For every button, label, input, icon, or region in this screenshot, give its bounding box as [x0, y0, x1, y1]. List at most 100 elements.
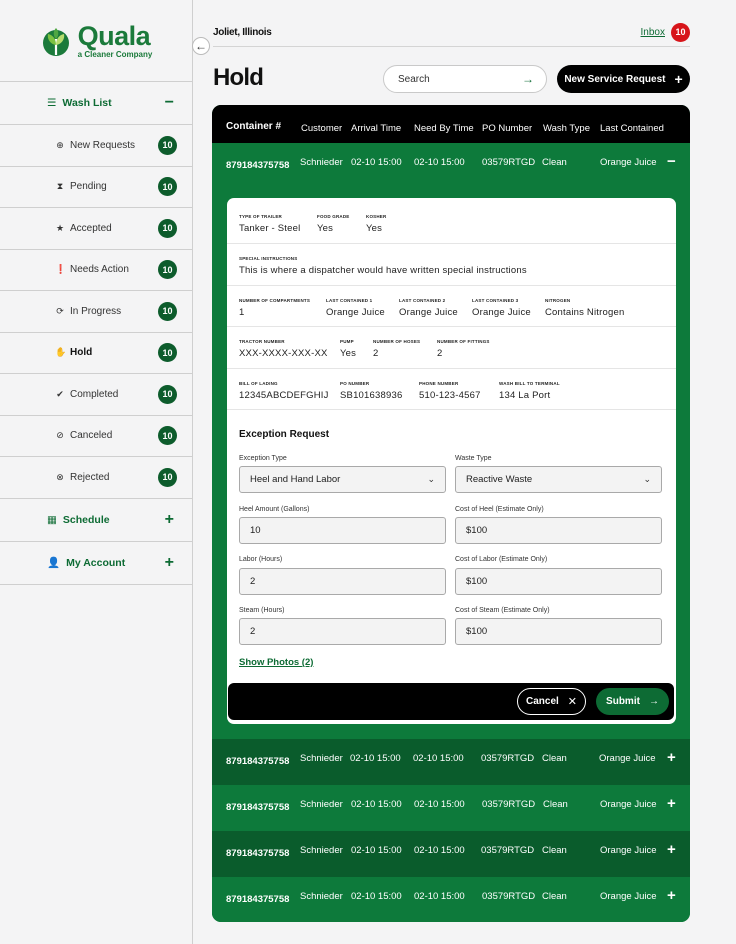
field-value: Orange Juice: [326, 306, 385, 318]
sidebar-item-new-requests[interactable]: ⊕ New Requests 10: [0, 125, 192, 167]
field-label: Last Contained 2: [399, 297, 446, 303]
column-header-container[interactable]: Container #: [226, 121, 281, 132]
expand-row-icon[interactable]: +: [667, 887, 676, 904]
cell-customer: Schnieder: [300, 845, 343, 856]
sidebar-section-my-account[interactable]: 👤 My Account +: [0, 542, 192, 585]
exception-type-select[interactable]: Heel and Hand Labor ⌄: [239, 466, 446, 493]
input-value: 2: [250, 626, 256, 637]
arrow-left-icon: ←: [195, 39, 207, 53]
x-circle-icon: ⊗: [56, 471, 64, 482]
sidebar-item-pending[interactable]: ⧗ Pending 10: [0, 167, 192, 208]
sidebar-item-completed[interactable]: ✔ Completed 10: [0, 374, 192, 416]
sidebar-item-label: Rejected: [70, 471, 110, 483]
cell-container: 879184375758: [226, 848, 290, 859]
sidebar-item-accepted[interactable]: ★ Accepted 10: [0, 208, 192, 250]
steam-hours-input[interactable]: 2: [239, 618, 446, 645]
check-circle-icon: ✔: [56, 388, 64, 399]
cell-customer: Schnieder: [300, 157, 343, 168]
field-value: Yes: [317, 223, 334, 234]
sidebar-item-label: Pending: [70, 181, 107, 193]
sidebar-item-in-progress[interactable]: ⟳ In Progress 10: [0, 291, 192, 333]
arrow-right-icon[interactable]: →: [522, 72, 534, 86]
lading-section: Bill of Lading 12345ABCDEFGHIJ PO Number S…: [227, 369, 676, 410]
field-value: 510-123-4567: [419, 389, 481, 401]
table-row[interactable]: 879184375758 Schnieder 02-10 15:00 02-10…: [212, 739, 690, 785]
sidebar-item-hold[interactable]: ✋ Hold 10: [0, 333, 192, 374]
submit-button[interactable]: Submit →: [596, 688, 669, 715]
hourglass-icon: ⧗: [56, 181, 64, 192]
inbox-count-badge: 10: [671, 22, 690, 42]
table-row[interactable]: 879184375758 Schnieder 02-10 15:00 02-10…: [212, 785, 690, 831]
cell-container: 879184375758: [226, 802, 290, 813]
sidebar-item-needs-action[interactable]: ❗ Needs Action 10: [0, 250, 192, 291]
field-type-of-trailer: Type of Trailer Tanker - Steel: [239, 214, 300, 234]
brand-logo[interactable]: Quala a Cleaner Company: [0, 0, 192, 82]
sidebar-item-label: In Progress: [70, 305, 122, 317]
expand-row-icon[interactable]: +: [667, 841, 676, 858]
steam-cost-label: Cost of Steam (Estimate Only): [455, 607, 550, 614]
collapse-sidebar-button[interactable]: ←: [192, 37, 210, 55]
field-phone-number: Phone Number 510-123-4567: [419, 381, 481, 401]
sidebar-item-label: Completed: [70, 388, 119, 400]
cell-wash-type: Clean: [543, 799, 568, 810]
field-label: Bill of Lading: [239, 380, 278, 386]
heel-amount-input[interactable]: 10: [239, 517, 446, 544]
column-header-po-number[interactable]: PO Number: [482, 123, 532, 134]
field-label: Special Instructions: [239, 256, 298, 261]
sidebar-section-label: Wash List: [62, 97, 112, 109]
column-header-last-contained[interactable]: Last Contained: [600, 123, 664, 134]
field-label: Tractor Number: [239, 339, 285, 344]
trailer-info-section: Type of Trailer Tanker - Steel Food Grade…: [227, 198, 676, 244]
field-nitrogen: Nitrogen Contains Nitrogen: [545, 298, 624, 318]
cancel-button[interactable]: Cancel ✕: [517, 688, 586, 715]
exclamation-circle-icon: ❗: [55, 264, 67, 275]
labor-cost-input[interactable]: $100: [455, 568, 662, 595]
cell-last-contained: Orange Juice: [600, 891, 657, 902]
field-label: Nitrogen: [545, 297, 571, 303]
cell-po: 03579RTGD: [482, 157, 536, 168]
table-row[interactable]: 879184375758 Schnieder 02-10 15:00 02-10…: [212, 831, 690, 877]
cell-po: 03579RTGD: [481, 845, 535, 856]
search-input[interactable]: Search →: [383, 65, 547, 93]
cell-need-by: 02-10 15:00: [414, 157, 465, 168]
table-row[interactable]: 879184375758 Schnieder 02-10 15:00 02-10…: [212, 143, 690, 190]
cell-need-by: 02-10 15:00: [414, 799, 465, 810]
field-number-of-fittings: Number of Fittings 2: [437, 339, 490, 359]
steam-cost-input[interactable]: $100: [455, 618, 662, 645]
column-header-arrival-time[interactable]: Arrival Time: [351, 123, 401, 134]
sidebar-item-canceled[interactable]: ⊘ Canceled 10: [0, 416, 192, 457]
expand-row-icon[interactable]: +: [667, 795, 676, 812]
field-value: 134 La Port: [499, 389, 551, 401]
waste-type-select[interactable]: Reactive Waste ⌄: [455, 466, 662, 493]
expand-toggle-icon[interactable]: +: [165, 554, 174, 572]
count-badge: 10: [158, 135, 177, 155]
show-photos-link[interactable]: Show Photos (2): [239, 657, 313, 668]
column-header-customer[interactable]: Customer: [301, 123, 342, 134]
cell-arrival: 02-10 15:00: [350, 753, 401, 764]
expand-row-icon[interactable]: +: [667, 749, 676, 766]
labor-hours-input[interactable]: 2: [239, 568, 446, 595]
expand-toggle-icon[interactable]: +: [165, 511, 174, 529]
action-bar: Cancel ✕ Submit →: [228, 683, 674, 720]
new-service-request-button[interactable]: New Service Request +: [557, 65, 690, 93]
sidebar-item-label: Accepted: [70, 222, 112, 234]
table-row[interactable]: 879184375758 Schnieder 02-10 15:00 02-10…: [212, 877, 690, 922]
sidebar-item-rejected[interactable]: ⊗ Rejected 10: [0, 457, 192, 499]
column-header-need-by-time[interactable]: Need By Time: [414, 123, 474, 134]
cell-container: 879184375758: [226, 160, 290, 171]
cell-last-contained: Orange Juice: [600, 157, 657, 168]
waste-type-label: Waste Type: [455, 455, 492, 462]
collapse-toggle-icon[interactable]: −: [165, 94, 174, 112]
sidebar-section-wash-list[interactable]: ☰ Wash List −: [0, 82, 192, 125]
sidebar-section-schedule[interactable]: ▦ Schedule +: [0, 499, 192, 542]
field-label: Kosher: [366, 214, 387, 219]
page-title: Hold: [213, 64, 264, 91]
button-label: Submit: [606, 696, 640, 707]
sidebar-item-label: Hold: [70, 347, 93, 359]
field-number-of-hoses: Number of Hoses 2: [373, 339, 420, 359]
heel-cost-input[interactable]: $100: [455, 517, 662, 544]
column-header-wash-type[interactable]: Wash Type: [543, 123, 590, 134]
collapse-row-icon[interactable]: −: [667, 153, 676, 170]
labor-cost-label: Cost of Labor (Estimate Only): [455, 556, 548, 563]
inbox-link[interactable]: Inbox: [641, 27, 665, 38]
